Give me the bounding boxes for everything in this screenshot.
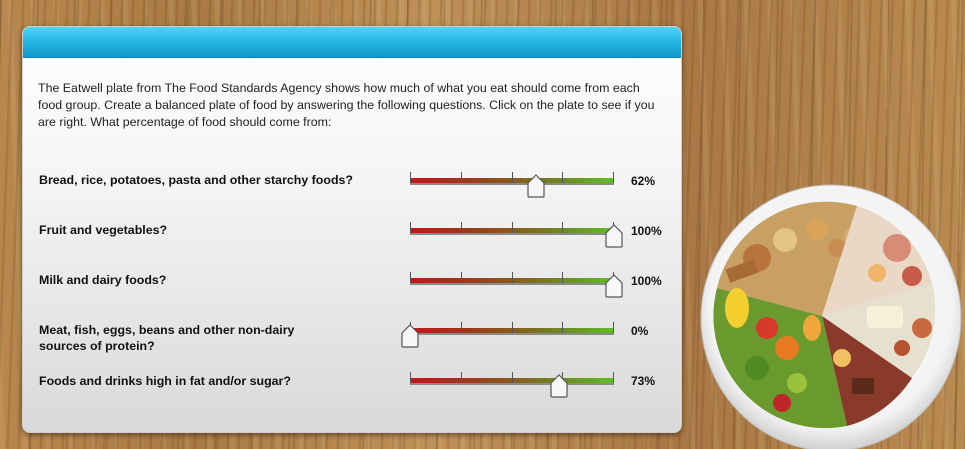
slider-tick — [461, 172, 462, 183]
panel-header-bar — [23, 27, 681, 58]
percentage-slider[interactable] — [410, 218, 623, 248]
intro-text: The Eatwell plate from The Food Standard… — [38, 81, 655, 129]
slider-tick — [512, 272, 513, 283]
percentage-slider[interactable] — [401, 318, 614, 348]
slider-tick — [562, 172, 563, 183]
question-label: Meat, fish, eggs, beans and other non-da… — [39, 323, 295, 353]
slider-tick — [512, 322, 513, 333]
slider-tick — [512, 372, 513, 383]
slider-thumb[interactable] — [527, 174, 546, 198]
percentage-value: 100% — [631, 224, 662, 238]
slider-track-shadow — [410, 183, 614, 185]
slider-thumb[interactable] — [605, 274, 623, 298]
slider-thumb[interactable] — [550, 374, 568, 398]
percentage-value: 73% — [631, 374, 656, 388]
question-label: Bread, rice, potatoes, pasta and other s… — [39, 173, 353, 187]
slider-tick — [410, 222, 411, 233]
question-label: Fruit and vegetables? — [39, 223, 168, 237]
slider-tick — [512, 222, 513, 233]
slider-tick — [410, 372, 411, 383]
slider-tick — [461, 222, 462, 233]
slider-tick — [461, 322, 462, 333]
slider-tick — [461, 372, 462, 383]
eatwell-plate[interactable] — [697, 178, 965, 449]
percentage-slider[interactable] — [410, 368, 614, 398]
slider-tick — [562, 272, 563, 283]
slider-tick — [562, 322, 563, 333]
slider-tick — [410, 272, 411, 283]
slider-thumb[interactable] — [401, 324, 419, 348]
plate-image[interactable] — [697, 178, 965, 449]
percentage-value: 100% — [631, 274, 662, 288]
question-label: Milk and dairy foods? — [39, 273, 167, 287]
slider-thumb[interactable] — [605, 224, 623, 248]
slider-tick — [613, 172, 614, 183]
slider-tick — [512, 172, 513, 183]
slider-tick — [613, 372, 614, 383]
slider-tick — [410, 172, 411, 183]
percentage-value: 0% — [631, 324, 649, 338]
slider-track-shadow — [410, 383, 614, 385]
slider-tick — [613, 322, 614, 333]
slider-track-shadow — [410, 233, 614, 235]
slider-tick — [562, 222, 563, 233]
percentage-value: 62% — [631, 174, 656, 188]
slider-tick — [461, 272, 462, 283]
slider-track-shadow — [410, 283, 614, 285]
question-label: Foods and drinks high in fat and/or suga… — [39, 374, 291, 388]
percentage-slider[interactable] — [410, 268, 623, 298]
percentage-slider[interactable] — [410, 168, 614, 198]
slider-track-shadow — [410, 333, 614, 335]
